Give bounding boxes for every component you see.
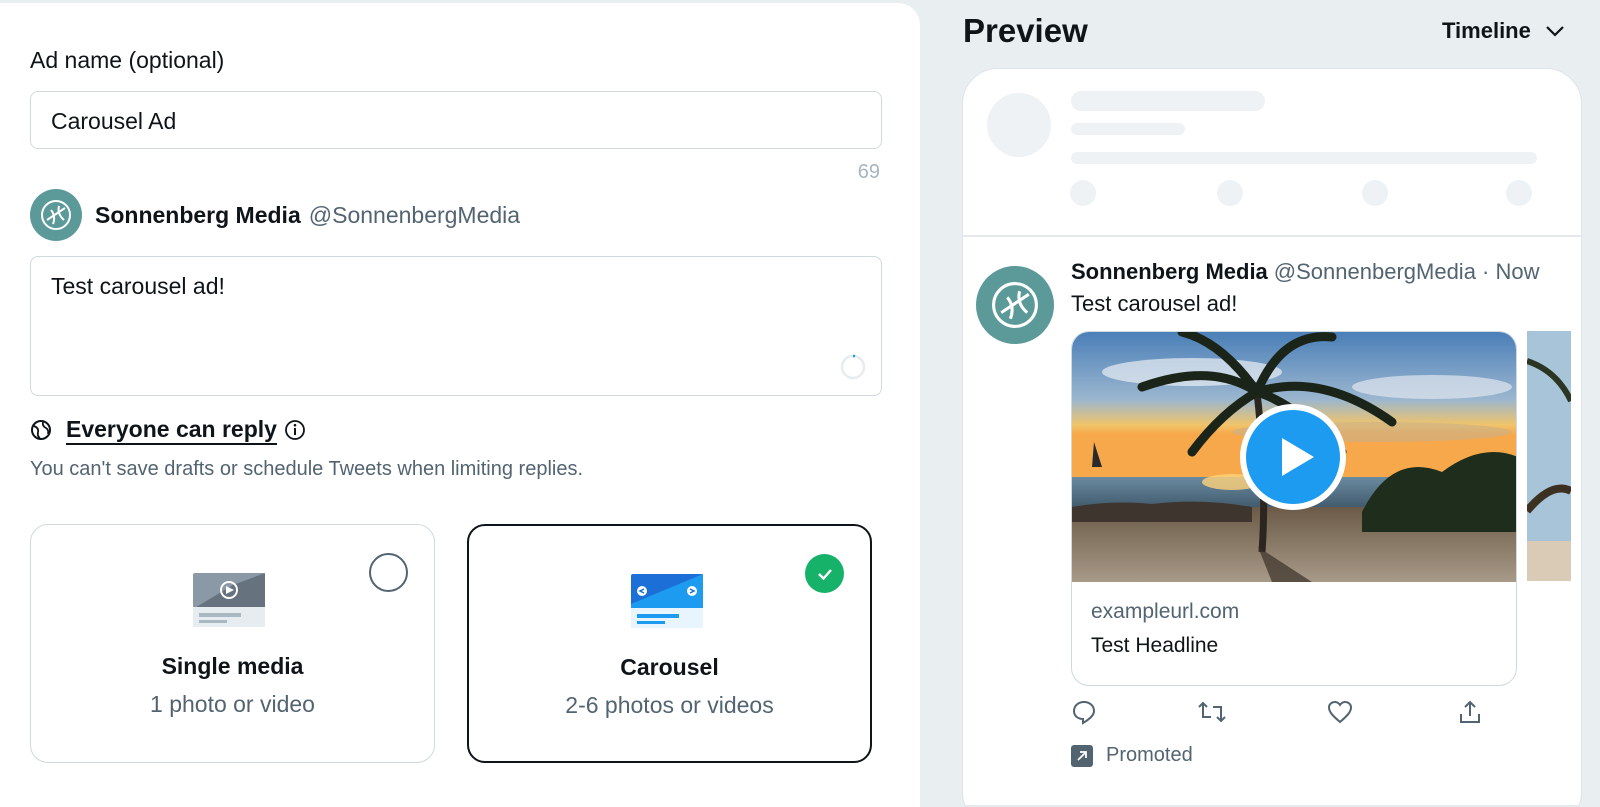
leaf-logo-icon <box>41 200 71 230</box>
placement-dropdown[interactable]: Timeline <box>1442 18 1565 44</box>
ad-name-label: Ad name (optional) <box>30 47 225 73</box>
skeleton-dot <box>1217 180 1243 206</box>
ad-editor-panel: Ad name (optional) Carousel Ad 69 Sonnen… <box>0 3 920 807</box>
carousel-radio-checked[interactable] <box>805 554 844 593</box>
ad-name-input[interactable]: Carousel Ad <box>30 91 882 149</box>
retweet-icon[interactable] <box>1197 699 1227 725</box>
character-progress-icon <box>840 354 866 380</box>
preview-tweet-text: Test carousel ad! <box>1071 291 1238 316</box>
globe-icon <box>31 420 51 440</box>
skeleton-dot <box>1506 180 1532 206</box>
promoted-icon <box>1071 744 1093 767</box>
carousel-icon <box>631 574 703 628</box>
reply-icon[interactable] <box>1071 699 1097 725</box>
check-icon <box>817 568 832 580</box>
account-handle: @SonnenbergMedia <box>308 201 521 228</box>
skeleton-line <box>1071 91 1265 111</box>
account-name: Sonnenberg Media <box>95 201 301 228</box>
card-url: exampleurl.com <box>1091 600 1240 623</box>
skeleton-dot <box>1362 180 1388 206</box>
next-carousel-image[interactable] <box>1527 331 1571 581</box>
single-media-title: Single media <box>161 653 304 679</box>
preview-avatar <box>976 266 1054 344</box>
skeleton-line <box>1071 123 1185 135</box>
leaf-logo-icon <box>992 282 1038 328</box>
preview-tweet-header: Sonnenberg Media @SonnenbergMedia · Now <box>1071 259 1540 285</box>
carousel-title: Carousel <box>620 654 719 680</box>
character-counter: 69 <box>857 161 880 183</box>
avatar <box>30 189 82 241</box>
placement-dropdown-label: Timeline <box>1442 18 1531 43</box>
preview-phone: Sonnenberg Media @SonnenbergMedia · Now T… <box>962 68 1582 807</box>
preview-account-name: Sonnenberg Media <box>1071 259 1268 284</box>
account-row: Sonnenberg Media @SonnenbergMedia <box>30 189 520 241</box>
chevron-down-icon <box>1546 26 1564 37</box>
preview-title: Preview <box>963 12 1088 49</box>
share-icon[interactable] <box>1457 699 1483 725</box>
carousel-card[interactable]: exampleurl.com Test Headline <box>1071 331 1517 686</box>
carousel-option[interactable]: Carousel 2-6 photos or videos <box>467 524 872 763</box>
skeleton-dot <box>1070 180 1096 206</box>
info-icon[interactable] <box>284 419 306 441</box>
reply-settings-row: Everyone can reply <box>30 413 306 447</box>
divider <box>963 235 1581 237</box>
reply-settings-button[interactable]: Everyone can reply <box>66 415 277 445</box>
carousel-subtitle: 2-6 photos or videos <box>565 692 774 718</box>
single-media-option[interactable]: Single media 1 photo or video <box>30 524 435 763</box>
single-media-radio[interactable] <box>369 553 408 592</box>
tweet-text: Test carousel ad! <box>51 273 225 299</box>
single-media-icon <box>193 573 265 627</box>
skeleton-avatar <box>987 93 1051 157</box>
tweet-actions <box>1071 699 1501 733</box>
card-headline: Test Headline <box>1091 634 1219 657</box>
single-media-subtitle: 1 photo or video <box>150 691 315 717</box>
play-button-icon[interactable] <box>1238 402 1348 512</box>
reply-note: You can't save drafts or schedule Tweets… <box>30 458 584 480</box>
like-icon[interactable] <box>1327 699 1353 725</box>
preview-account-handle: @SonnenbergMedia · Now <box>1273 259 1540 284</box>
promoted-text: Promoted <box>1106 744 1193 766</box>
divider <box>963 805 1581 807</box>
tweet-text-input[interactable]: Test carousel ad! <box>30 256 882 396</box>
skeleton-line <box>1071 152 1537 164</box>
promoted-label: Promoted <box>1071 744 1193 767</box>
